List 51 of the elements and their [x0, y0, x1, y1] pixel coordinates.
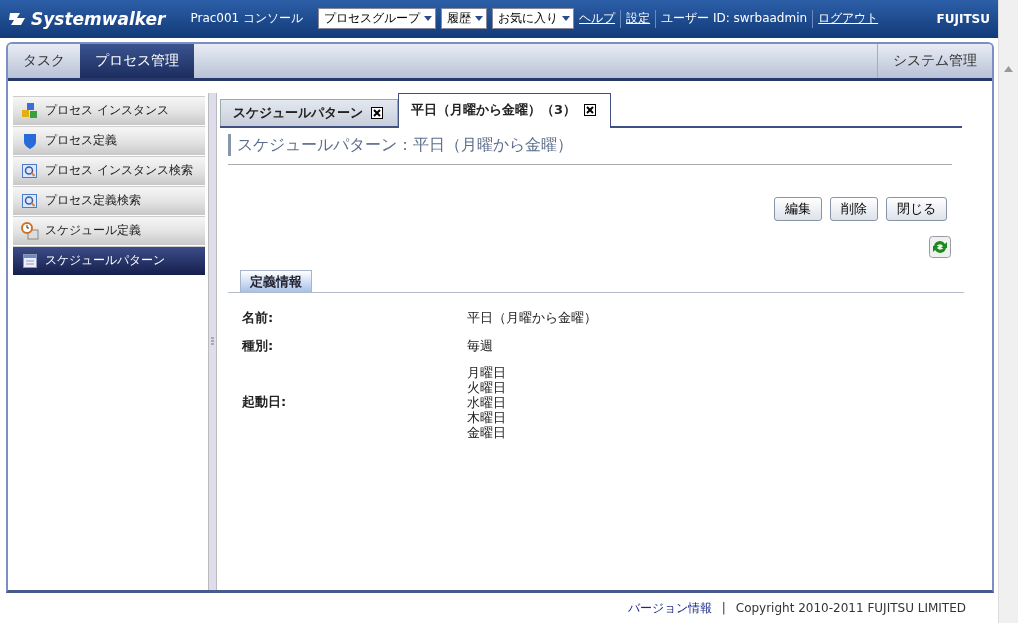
menu-dropdown[interactable]: 履歴 [441, 8, 488, 30]
user-id: ユーザー ID: swrbaadmin [661, 10, 808, 28]
sidebar-item[interactable]: プロセス定義 [13, 125, 205, 155]
action-button[interactable]: 削除 [830, 196, 878, 221]
action-button[interactable]: 編集 [774, 196, 822, 221]
header-link[interactable]: 設定 [626, 10, 651, 28]
logo-icon [8, 10, 28, 27]
field-label: 種別: [242, 336, 274, 355]
main-tab[interactable]: システム管理 [877, 43, 992, 78]
field-label: 名前: [242, 308, 274, 327]
field-value: 毎週 [467, 336, 493, 355]
console-title: Prac001 コンソール [190, 10, 304, 28]
sidebar-item[interactable]: プロセス インスタンス [13, 95, 205, 125]
main-tab[interactable]: プロセス管理 [80, 43, 194, 78]
field-value: 木曜日 [467, 409, 506, 425]
clock-icon [21, 221, 39, 240]
field-label: 起動日: [242, 393, 287, 412]
calendar-icon [21, 251, 39, 270]
content-tab[interactable]: 平日（月曜から金曜）（3） [398, 92, 612, 128]
scroll-up-icon [1004, 66, 1013, 72]
field-value: 金曜日 [467, 424, 506, 440]
page-heading: スケジュールパターン：平日（月曜から金曜） [228, 133, 953, 156]
version-link[interactable]: バージョン情報 [627, 599, 712, 617]
section-tab[interactable]: 定義情報 [240, 269, 312, 292]
app-logo: Systemwalker [31, 8, 166, 29]
sidebar-item[interactable]: スケジュールパターン [13, 245, 205, 275]
shield-icon [21, 131, 39, 150]
logout-link[interactable]: ログアウト [818, 10, 879, 28]
menu-dropdown[interactable]: お気に入り [492, 8, 575, 30]
field-value: 平日（月曜から金曜） [467, 308, 597, 327]
header-link[interactable]: ヘルプ [579, 10, 616, 28]
sidebar-item[interactable]: スケジュール定義 [13, 215, 205, 245]
close-icon [584, 103, 597, 116]
sidebar-item[interactable]: プロセス定義検索 [13, 185, 205, 215]
field-value: 水曜日 [467, 394, 506, 410]
footer-separator: | [721, 601, 726, 616]
grip-icon [211, 337, 214, 346]
menu-dropdown[interactable]: プロセスグループ [318, 8, 437, 30]
brand-logo: FUJITSU [936, 11, 990, 26]
field-value: 月曜日 [467, 364, 506, 380]
main-tab[interactable]: タスク [8, 43, 80, 78]
sidebar-item[interactable]: プロセス インスタンス検索 [13, 155, 205, 185]
copyright-text: Copyright 2010-2011 FUJITSU LIMITED [735, 601, 966, 616]
cubes-icon [21, 101, 39, 120]
close-icon [371, 106, 383, 119]
action-button[interactable]: 閉じる [886, 196, 947, 221]
search-icon [21, 161, 39, 180]
refresh-icon[interactable] [929, 235, 951, 258]
content-tab[interactable]: スケジュールパターン [220, 98, 398, 126]
search-icon [21, 191, 39, 210]
field-value: 火曜日 [467, 379, 506, 395]
